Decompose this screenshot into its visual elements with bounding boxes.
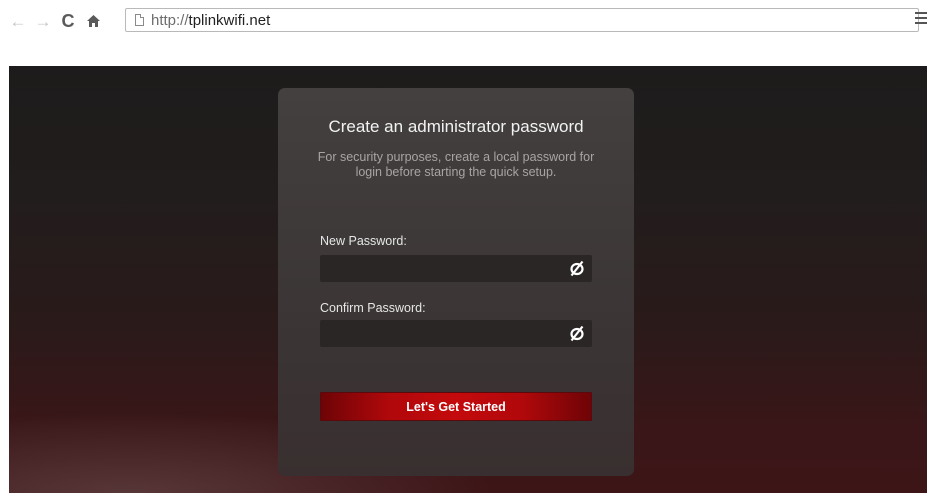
page-viewport: Create an administrator password For sec… [9, 66, 927, 493]
address-bar[interactable]: http://tplinkwifi.net [125, 8, 919, 32]
reload-icon[interactable]: C [57, 10, 79, 32]
home-glyph [86, 15, 100, 27]
menu-bar [915, 17, 927, 19]
menu-bar [915, 22, 927, 24]
url-scheme: http:// [151, 11, 189, 29]
forward-arrow-icon[interactable]: → [32, 10, 54, 32]
confirm-password-input[interactable] [320, 320, 560, 347]
eye-slash-icon[interactable] [568, 325, 586, 342]
page-icon [135, 14, 144, 26]
browser-toolbar: ← → C http://tplinkwifi.net [0, 0, 927, 50]
new-password-field[interactable] [320, 255, 592, 282]
lets-get-started-button[interactable]: Let's Get Started [320, 392, 592, 421]
url-text: http://tplinkwifi.net [151, 12, 270, 29]
hamburger-menu-icon[interactable] [915, 12, 927, 28]
setup-card: Create an administrator password For sec… [278, 88, 634, 476]
new-password-input[interactable] [320, 255, 560, 282]
eye-slash-icon[interactable] [568, 260, 586, 277]
home-icon[interactable] [82, 10, 104, 32]
confirm-password-field[interactable] [320, 320, 592, 347]
url-host: tplinkwifi.net [188, 11, 271, 29]
confirm-password-label: Confirm Password: [320, 301, 426, 315]
card-description: For security purposes, create a local pa… [317, 150, 595, 179]
back-arrow-icon[interactable]: ← [7, 10, 29, 32]
card-title: Create an administrator password [328, 117, 584, 136]
new-password-label: New Password: [320, 234, 407, 248]
menu-bar [915, 12, 927, 14]
